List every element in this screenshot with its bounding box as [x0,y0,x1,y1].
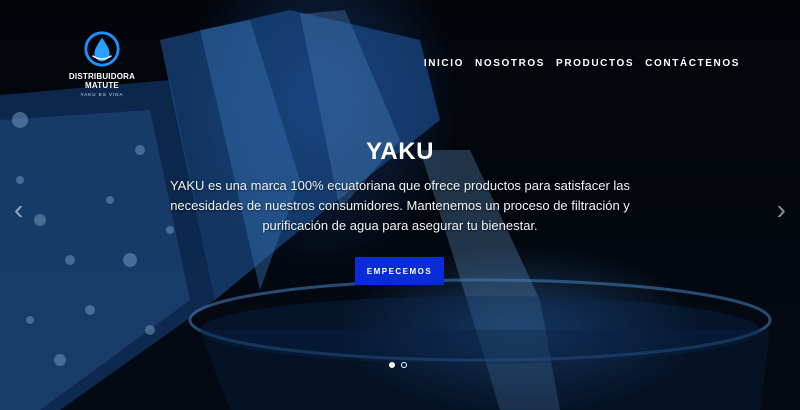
brand-tagline: YAKU ES VIDA [80,92,124,97]
hero-banner: DISTRIBUIDORA MATUTE YAKU ES VIDA INICIO… [0,0,800,410]
carousel-dot-1[interactable] [389,362,395,368]
carousel-indicators [389,362,407,368]
nav-item-productos[interactable]: PRODUCTOS [556,58,634,69]
hero-caption: YAKU YAKU es una marca 100% ecuatoriana … [160,138,640,236]
chevron-left-icon[interactable]: ‹ [14,196,23,224]
hero-title: YAKU [366,138,434,165]
nav-item-inicio[interactable]: INICIO [424,58,464,69]
brand-name: DISTRIBUIDORA MATUTE [68,72,136,90]
carousel-dot-2[interactable] [401,362,407,368]
water-drop-logo-icon [84,31,120,67]
brand-logo[interactable]: DISTRIBUIDORA MATUTE YAKU ES VIDA [52,30,152,97]
chevron-right-icon[interactable]: › [777,196,786,224]
nav-item-contactenos[interactable]: CONTÁCTENOS [645,58,740,69]
nav-item-nosotros[interactable]: NOSOTROS [475,58,545,69]
hero-description: YAKU es una marca 100% ecuatoriana que o… [169,178,631,233]
empecemos-button[interactable]: EMPECEMOS [355,257,444,285]
main-nav: INICIO NOSOTROS PRODUCTOS CONTÁCTENOS [424,58,740,69]
